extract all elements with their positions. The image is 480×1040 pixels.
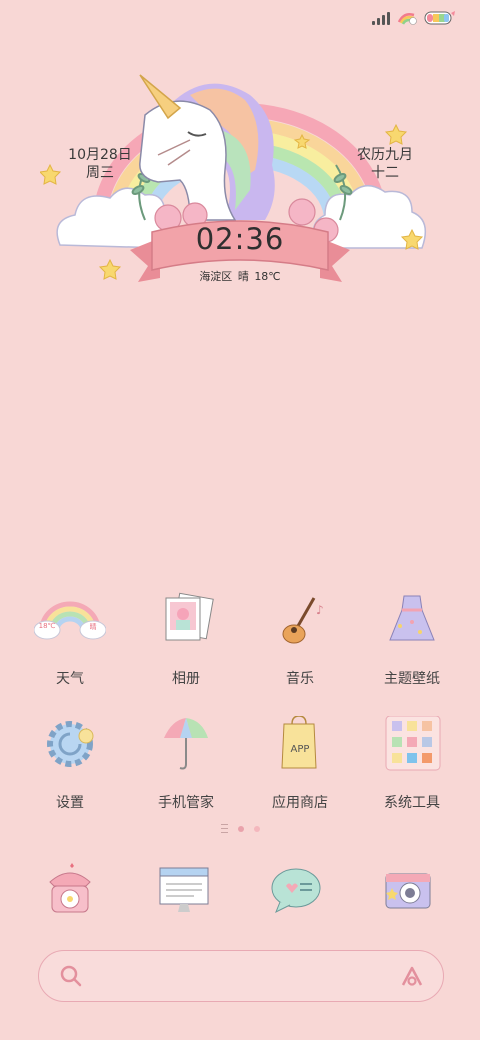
app-music[interactable]: ♪ 音乐 <box>240 592 360 688</box>
unicorn-widget-art <box>40 74 427 282</box>
page-dot[interactable] <box>253 825 260 832</box>
dock-messages[interactable] <box>236 862 356 918</box>
weather-icon-label: 晴 <box>89 623 97 631</box>
search-bar[interactable] <box>38 950 444 1002</box>
dock-browser[interactable] <box>124 862 244 918</box>
app-label: 天气 <box>56 671 84 687</box>
rainbow-weather-icon: 18℃ 晴 <box>33 592 107 656</box>
tools-folder-icon <box>376 715 448 780</box>
camera-icon <box>378 862 438 918</box>
dock-phone[interactable] <box>10 862 130 918</box>
weekday-text: 周三 <box>86 165 114 181</box>
date-text: 10月28日 <box>68 147 132 163</box>
app-label: 应用商店 <box>272 795 328 811</box>
app-settings[interactable]: 设置 <box>10 716 130 812</box>
app-label: 音乐 <box>286 671 314 687</box>
app-drawer-icon[interactable] <box>220 824 228 833</box>
weather-icon-temp: 18℃ <box>38 622 56 630</box>
shopping-bag-icon: APP <box>264 715 336 780</box>
clock-time[interactable]: 02:36 <box>0 222 480 256</box>
location-text: 海淀区 <box>199 270 233 283</box>
svg-text:♪: ♪ <box>316 603 324 617</box>
app-gallery[interactable]: 相册 <box>126 592 246 688</box>
bag-text: APP <box>290 744 310 755</box>
assistant-icon[interactable] <box>399 964 425 988</box>
app-themes[interactable]: 主题壁纸 <box>352 592 472 688</box>
app-label: 设置 <box>56 795 84 811</box>
app-label: 系统工具 <box>384 795 440 811</box>
lunar-month-text: 农历九月 <box>357 147 413 163</box>
status-bar <box>372 10 456 26</box>
gear-icon <box>34 716 106 780</box>
dress-icon <box>376 592 448 656</box>
weather-text: 晴 <box>237 270 249 283</box>
message-icon <box>266 862 326 918</box>
app-label: 主题壁纸 <box>384 671 440 687</box>
widget-lunar-date: 农历九月 十二 <box>350 146 420 182</box>
app-phone-manager[interactable]: 手机管家 <box>126 716 246 812</box>
app-label: 相册 <box>172 671 200 687</box>
rainbow-cloud-icon <box>397 13 417 25</box>
search-icon[interactable] <box>59 964 83 988</box>
guitar-icon: ♪ <box>264 592 336 656</box>
signal-icon <box>372 11 390 25</box>
umbrella-icon <box>150 716 222 780</box>
app-label: 手机管家 <box>158 795 214 811</box>
folder-system-tools[interactable]: 系统工具 <box>352 715 472 812</box>
phone-icon <box>40 862 100 918</box>
app-weather[interactable]: 18℃ 晴 天气 <box>10 592 130 688</box>
lunar-day-text: 十二 <box>371 165 399 181</box>
dock-camera[interactable] <box>348 862 468 918</box>
widget-date: 10月28日 周三 <box>60 146 140 182</box>
photo-album-icon <box>150 592 222 656</box>
app-store[interactable]: APP 应用商店 <box>240 715 360 812</box>
page-dot-active[interactable] <box>237 825 244 832</box>
battery-icon <box>424 11 455 25</box>
page-indicator[interactable] <box>0 824 480 833</box>
temperature-text: 18℃ <box>254 270 281 283</box>
browser-icon <box>154 862 214 918</box>
widget-weather[interactable]: 海淀区 晴 18℃ <box>0 268 480 284</box>
